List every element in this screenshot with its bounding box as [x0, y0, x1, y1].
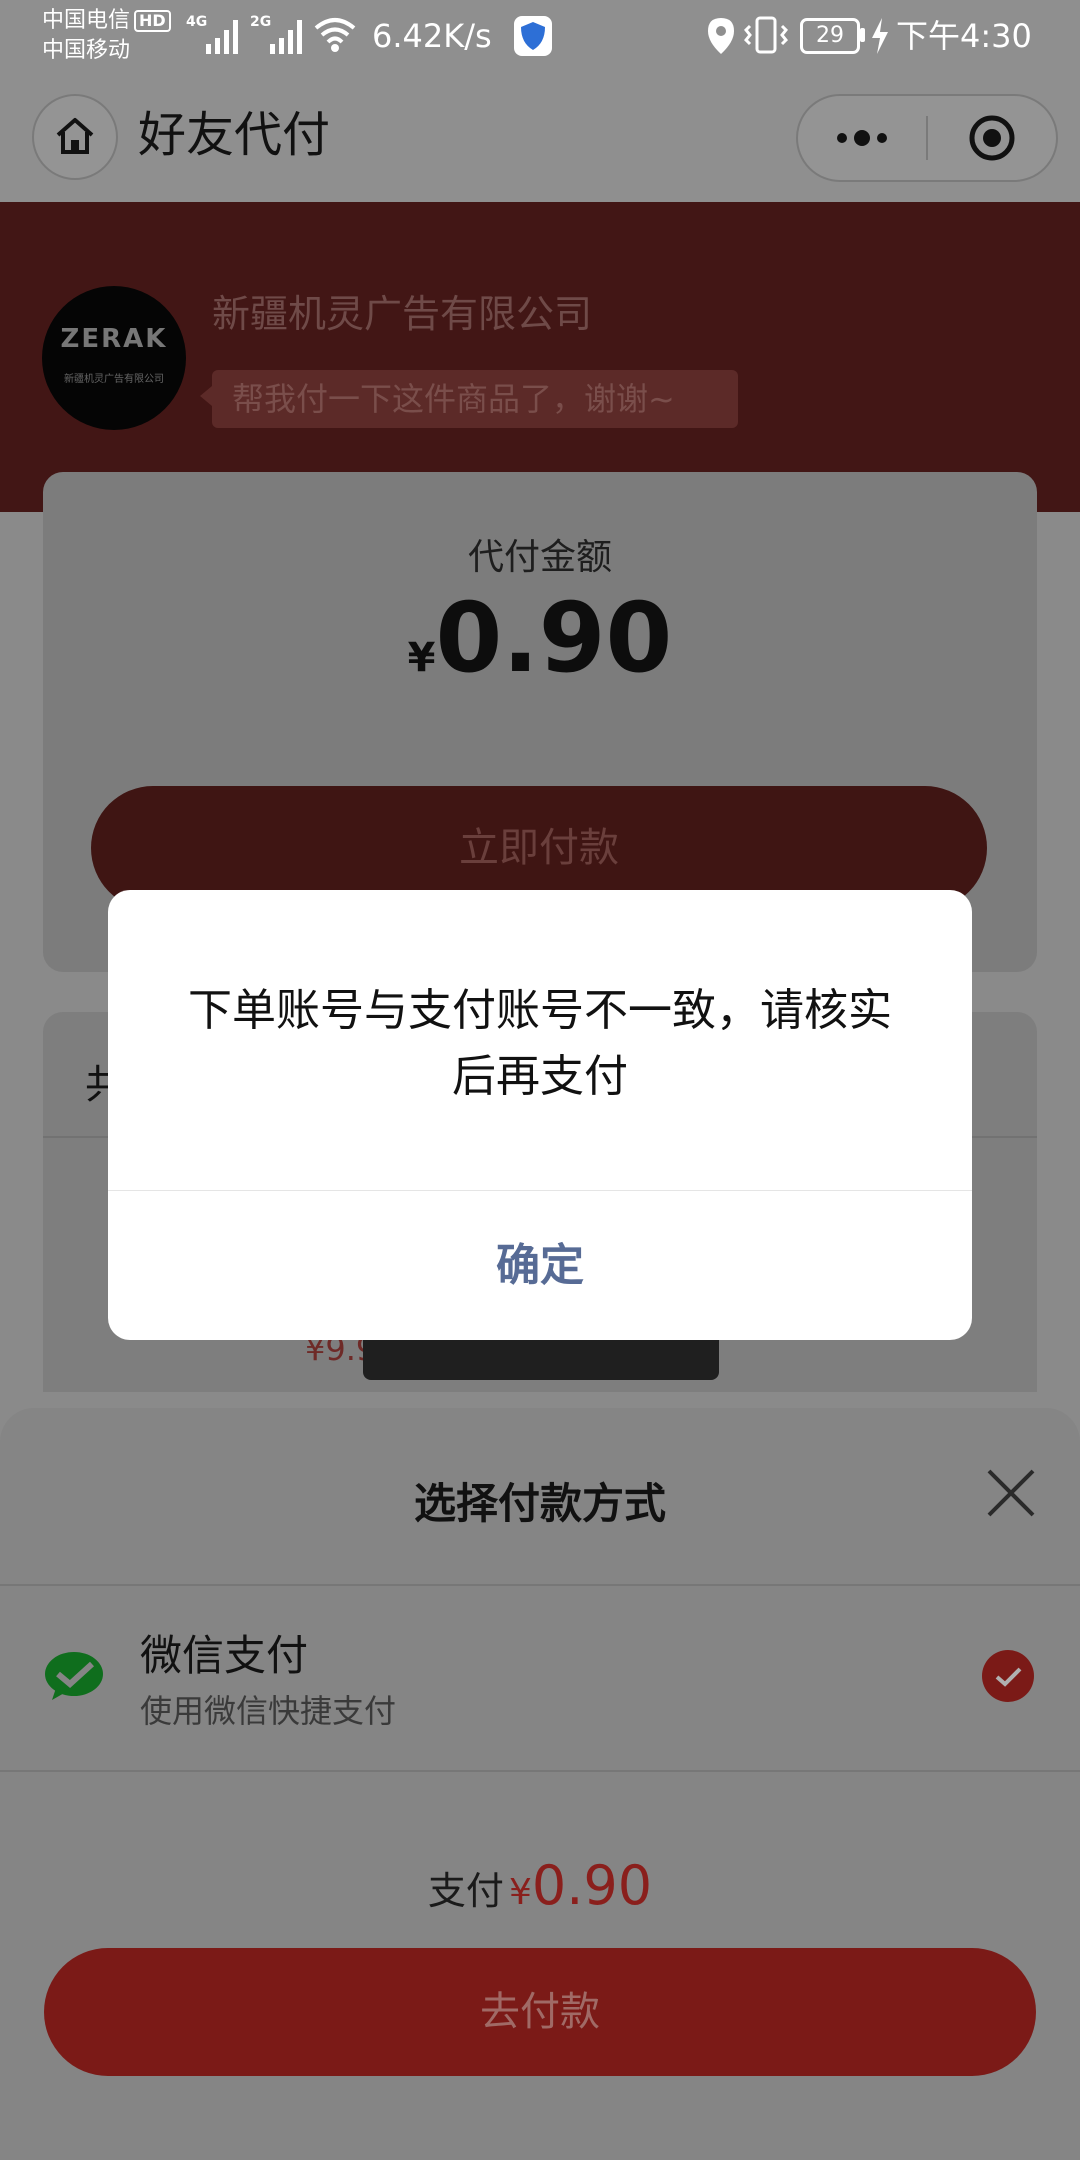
merchant-name: 新疆机灵广告有限公司 [212, 292, 593, 336]
home-button[interactable] [32, 94, 118, 180]
signal-4g-icon: 4G [186, 14, 242, 54]
carrier-2: 中国移动 [42, 38, 131, 63]
battery-tip [860, 28, 865, 42]
wifi-icon [314, 18, 356, 52]
sheet-close-icon[interactable] [986, 1468, 1036, 1518]
currency-symbol: ¥ [407, 635, 436, 681]
battery-level: 29 [800, 18, 860, 54]
close-miniprogram-button[interactable] [928, 96, 1056, 180]
pay-total-currency: ¥ [508, 1872, 532, 1913]
carrier-1: 中国电信 [42, 8, 131, 33]
location-icon [708, 18, 734, 54]
selected-check-icon [982, 1650, 1034, 1702]
more-icon [837, 130, 887, 146]
confirm-button[interactable]: 确定 [108, 1191, 972, 1340]
bubble-arrow [200, 386, 212, 406]
amount-value: 0.90 [435, 582, 673, 694]
capsule-menu [796, 94, 1058, 182]
logo-text: ZERAK [60, 324, 168, 354]
clock: 下午4:30 [896, 17, 1032, 55]
sheet-title: 选择付款方式 [413, 1479, 666, 1528]
status-bar: 中国电信 HD 中国移动 4G 2G 6.42K/s 29 下午4:30 [0, 0, 1080, 72]
pay-total-amount: 0.90 [531, 1854, 653, 1917]
home-icon [56, 118, 94, 154]
method-desc: 使用微信快捷支付 [140, 1692, 397, 1730]
carrier-info: 中国电信 HD 中国移动 [42, 6, 171, 66]
go-pay-button[interactable]: 去付款 [44, 1948, 1036, 2076]
pay-total: 支付 ¥0.90 [0, 1854, 1080, 1917]
amount-label: 代付金额 [467, 537, 612, 578]
alert-dialog: 下单账号与支付账号不一致，请核实后再支付 确定 [108, 890, 972, 1340]
alert-message: 下单账号与支付账号不一致，请核实后再支付 [188, 985, 892, 1102]
miniprogram-close-icon [969, 115, 1015, 161]
merchant-logo: ZERAK 新疆机灵广告有限公司 [42, 286, 186, 430]
method-name: 微信支付 [140, 1631, 309, 1680]
more-button[interactable] [798, 96, 926, 180]
request-message: 帮我付一下这件商品了，谢谢~ [212, 370, 738, 428]
page-title: 好友代付 [138, 107, 331, 163]
security-shield-icon [514, 16, 552, 56]
wechat-pay-option[interactable]: 微信支付 使用微信快捷支付 [0, 1586, 1080, 1770]
network-speed: 6.42K/s [372, 17, 492, 55]
charging-icon [872, 18, 888, 54]
hd-badge: HD [134, 10, 171, 32]
nav-bar: 好友代付 [0, 72, 1080, 202]
vibrate-icon [744, 16, 788, 54]
amount-display: ¥0.90 [43, 582, 1037, 694]
payment-method-sheet: 选择付款方式 微信支付 使用微信快捷支付 支付 ¥0.90 去付款 [0, 1408, 1080, 2160]
sheet-divider-bottom [0, 1770, 1080, 1772]
logo-subtext: 新疆机灵广告有限公司 [64, 374, 164, 385]
wechat-pay-icon [45, 1652, 103, 1700]
signal-2g-icon: 2G [250, 14, 306, 54]
pay-total-label: 支付 [427, 1869, 504, 1913]
merchant-header: ZERAK 新疆机灵广告有限公司 新疆机灵广告有限公司 帮我付一下这件商品了，谢… [0, 202, 1080, 512]
